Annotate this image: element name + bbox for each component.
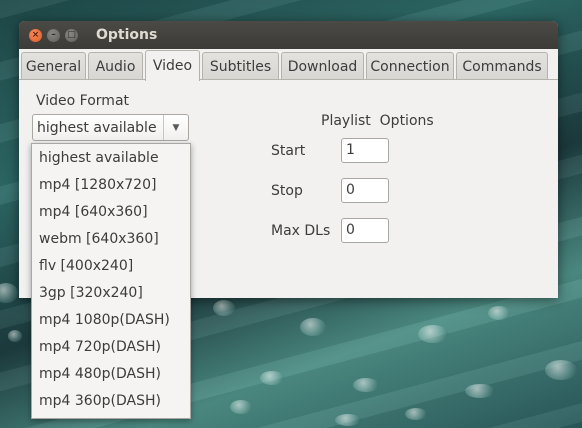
water-drop xyxy=(418,325,448,343)
water-drop xyxy=(230,400,252,414)
water-drop xyxy=(300,318,326,336)
water-drop xyxy=(353,378,379,392)
tab-commands[interactable]: Commands xyxy=(456,52,548,80)
menu-item-highest-available[interactable]: highest available xyxy=(39,150,159,166)
tab-audio[interactable]: Audio xyxy=(88,52,143,80)
menu-item-mp4-1280x720[interactable]: mp4 [1280x720] xyxy=(39,177,156,193)
water-drop xyxy=(545,360,577,380)
water-drop xyxy=(0,283,18,303)
maximize-icon: □ xyxy=(67,29,76,40)
tab-bar: General Audio Video Subtitles Download C… xyxy=(19,50,558,81)
water-drop xyxy=(488,306,510,320)
menu-item-mp4-720p-dash[interactable]: mp4 720p(DASH) xyxy=(39,339,161,355)
minimize-icon: – xyxy=(51,29,56,40)
playlist-options-title: Playlist Options xyxy=(321,113,434,129)
menu-item-webm-640x360[interactable]: webm [640x360] xyxy=(39,231,159,247)
video-format-label: Video Format xyxy=(36,93,130,109)
menu-item-mp4-1080p-dash[interactable]: mp4 1080p(DASH) xyxy=(39,312,170,328)
chevron-down-icon[interactable]: ▼ xyxy=(163,115,188,140)
max-dls-input[interactable]: 0 xyxy=(341,218,389,243)
menu-item-mp4-640x360[interactable]: mp4 [640x360] xyxy=(39,204,148,220)
tab-video[interactable]: Video xyxy=(145,50,200,81)
water-drop xyxy=(405,408,427,420)
menu-item-mp4-480p-dash[interactable]: mp4 480p(DASH) xyxy=(39,366,161,382)
close-icon: × xyxy=(31,29,40,40)
tab-subtitles[interactable]: Subtitles xyxy=(202,52,279,80)
water-drop xyxy=(8,330,22,342)
tab-connection[interactable]: Connection xyxy=(366,52,454,80)
stop-input[interactable]: 0 xyxy=(341,178,389,203)
video-format-selected: highest available xyxy=(37,119,157,136)
tab-download[interactable]: Download xyxy=(281,52,364,80)
stop-label: Stop xyxy=(271,183,303,199)
water-drop xyxy=(260,371,284,385)
minimize-button[interactable]: – xyxy=(47,28,60,42)
menu-item-mp4-360p-dash[interactable]: mp4 360p(DASH) xyxy=(39,393,161,409)
tab-general[interactable]: General xyxy=(21,52,86,80)
menu-item-3gp-320x240[interactable]: 3gp [320x240] xyxy=(39,285,143,301)
start-label: Start xyxy=(271,143,306,159)
title-bar[interactable]: × – □ Options xyxy=(19,21,558,49)
maximize-button[interactable]: □ xyxy=(65,28,78,42)
window-title: Options xyxy=(96,27,158,43)
video-format-dropdown-menu: highest available mp4 [1280x720] mp4 [64… xyxy=(31,143,191,419)
start-input[interactable]: 1 xyxy=(341,138,389,163)
water-drop xyxy=(213,300,235,316)
water-drop xyxy=(335,414,361,426)
water-drop xyxy=(465,384,495,398)
close-button[interactable]: × xyxy=(29,28,42,42)
video-format-select[interactable]: highest available ▼ xyxy=(32,114,189,141)
tab-panel-border xyxy=(19,79,558,80)
max-dls-label: Max DLs xyxy=(271,223,331,239)
menu-item-flv-400x240[interactable]: flv [400x240] xyxy=(39,258,133,274)
